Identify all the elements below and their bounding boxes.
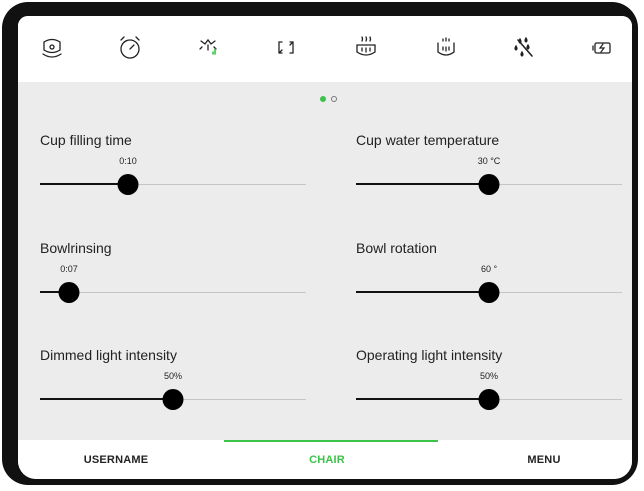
setting-label: Bowl rotation <box>356 240 437 256</box>
tab-chair[interactable]: CHAIR <box>309 454 345 466</box>
setting-value: 0:10 <box>119 156 137 166</box>
cup-water-temperature-setting: Cup water temperature 30 °C <box>356 132 624 212</box>
warm-basin-icon[interactable] <box>346 28 386 68</box>
slider-thumb[interactable] <box>478 174 500 195</box>
setting-label: Bowlrinsing <box>40 240 112 256</box>
setting-value: 0:07 <box>60 264 78 274</box>
slider-thumb[interactable] <box>478 389 500 410</box>
device-frame: Cup filling time 0:10 Cup water temperat… <box>2 2 638 485</box>
slider-track[interactable] <box>40 292 306 293</box>
slider-fill <box>40 183 128 185</box>
bowl-rotation-setting: Bowl rotation 60 ° <box>356 240 624 320</box>
screen: Cup filling time 0:10 Cup water temperat… <box>18 16 632 479</box>
cup-filling-time-setting: Cup filling time 0:10 <box>40 132 308 212</box>
setting-label: Cup filling time <box>40 132 132 148</box>
setting-value: 50% <box>479 371 499 381</box>
setting-label: Cup water temperature <box>356 132 500 148</box>
fullscreen-brackets-icon[interactable] <box>266 28 306 68</box>
setting-label: Operating light intensity <box>356 347 503 363</box>
timer-icon[interactable] <box>110 28 150 68</box>
slider-thumb[interactable] <box>478 282 500 303</box>
dimmed-light-intensity-setting: Dimmed light intensity 50% <box>40 347 308 427</box>
slider-thumb[interactable] <box>162 389 184 410</box>
setting-value: 60 ° <box>480 264 498 274</box>
bottom-tab-bar: USERNAME CHAIR MENU <box>18 440 632 479</box>
slider-thumb[interactable] <box>58 282 80 303</box>
basin-icon[interactable] <box>426 28 466 68</box>
light-intensity-icon[interactable] <box>188 28 228 68</box>
page-dot-active[interactable] <box>320 96 326 102</box>
tab-username[interactable]: USERNAME <box>84 454 149 466</box>
active-tab-indicator <box>224 440 438 442</box>
slider-fill <box>40 398 173 400</box>
water-drops-icon[interactable] <box>504 28 544 68</box>
battery-charging-icon[interactable] <box>582 28 622 68</box>
patient-head-icon[interactable] <box>32 28 72 68</box>
slider-thumb[interactable] <box>117 174 139 195</box>
operating-light-intensity-setting: Operating light intensity 50% <box>356 347 624 427</box>
page-dot-inactive[interactable] <box>331 96 337 102</box>
function-toolbar <box>18 16 632 82</box>
bowlrinsing-setting: Bowlrinsing 0:07 <box>40 240 308 320</box>
setting-label: Dimmed light intensity <box>40 347 177 363</box>
setting-value: 50% <box>163 371 183 381</box>
page-indicator <box>18 96 632 104</box>
slider-fill <box>356 291 489 293</box>
slider-fill <box>356 183 489 185</box>
setting-value: 30 °C <box>477 156 501 166</box>
tab-menu[interactable]: MENU <box>527 454 560 466</box>
settings-panel: Cup filling time 0:10 Cup water temperat… <box>18 82 632 440</box>
slider-fill <box>356 398 489 400</box>
